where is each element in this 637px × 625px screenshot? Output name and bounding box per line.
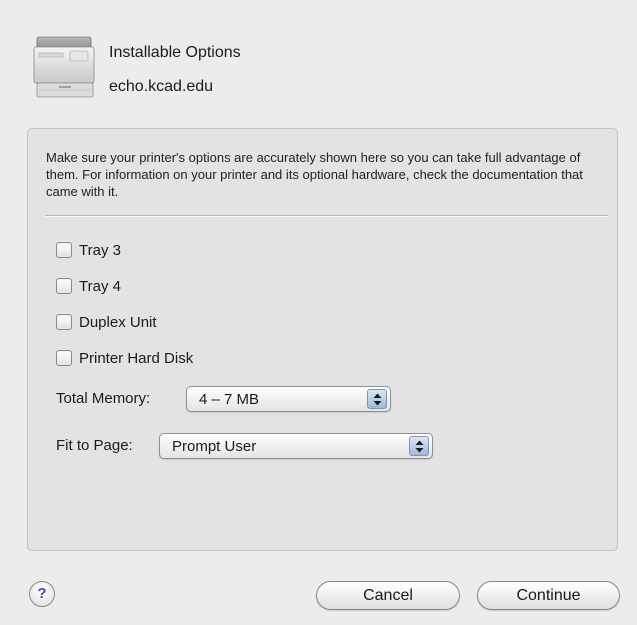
printer-hard-disk-checkbox[interactable]: Printer Hard Disk [56,348,193,368]
fit-to-page-popup[interactable]: Prompt User [159,433,433,459]
fit-to-page-label: Fit to Page: [56,437,133,454]
dialog-title: Installable Options [109,44,241,61]
up-down-arrows-icon [409,436,429,456]
installable-options-dialog: Installable Options echo.kcad.edu Make s… [0,0,637,625]
continue-button[interactable]: Continue [477,581,620,610]
checkbox-box[interactable] [56,314,72,330]
checkbox-box[interactable] [56,350,72,366]
checkbox-label: Tray 3 [79,241,121,259]
total-memory-popup[interactable]: 4 – 7 MB [186,386,391,412]
duplex-unit-checkbox[interactable]: Duplex Unit [56,312,157,332]
checkbox-box[interactable] [56,242,72,258]
checkbox-label: Duplex Unit [79,313,157,331]
checkbox-box[interactable] [56,278,72,294]
fit-to-page-value: Prompt User [172,438,257,455]
total-memory-label: Total Memory: [56,390,151,407]
separator [45,215,608,217]
printer-icon [33,33,97,99]
up-down-arrows-icon [367,389,387,409]
instructions-text: Make sure your printer's options are acc… [46,150,583,199]
tray-3-checkbox[interactable]: Tray 3 [56,240,121,260]
cancel-button[interactable]: Cancel [316,581,460,610]
checkbox-label: Printer Hard Disk [79,349,194,367]
help-button[interactable]: ? [29,581,55,607]
printer-name: echo.kcad.edu [109,78,214,95]
help-icon: ? [37,585,47,602]
total-memory-value: 4 – 7 MB [199,391,260,408]
tray-4-checkbox[interactable]: Tray 4 [56,276,121,296]
checkbox-label: Tray 4 [79,277,121,295]
